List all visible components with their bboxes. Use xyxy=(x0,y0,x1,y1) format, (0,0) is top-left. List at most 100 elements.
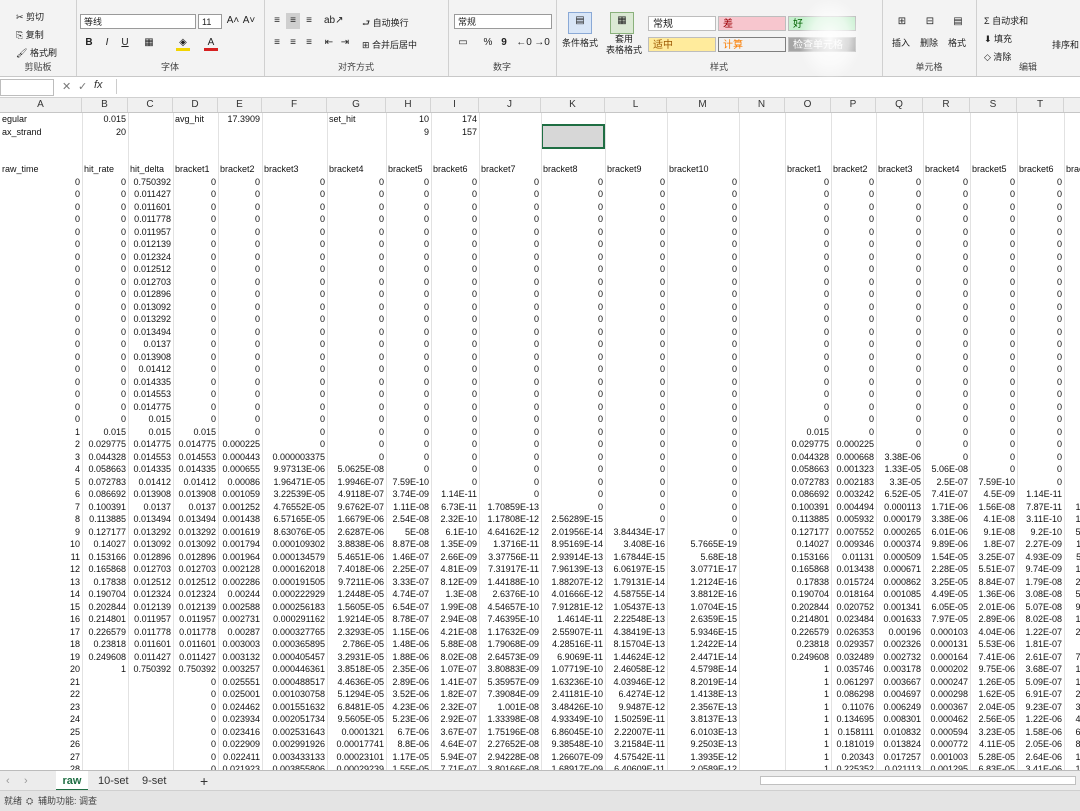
cell[interactable]: 0 xyxy=(541,213,605,226)
cell[interactable]: 0 xyxy=(541,226,605,239)
cell[interactable]: 1.33E-05 xyxy=(876,463,923,476)
cell[interactable]: 0 xyxy=(479,213,541,226)
cell[interactable]: 0.00029239 xyxy=(327,763,386,770)
cell[interactable]: 6.05E-05 xyxy=(923,601,970,614)
cell[interactable]: 0.014775 xyxy=(128,401,173,414)
cell[interactable]: 0 xyxy=(0,201,82,214)
cell[interactable]: 2.54E-08 xyxy=(386,513,431,526)
cell[interactable]: 0 xyxy=(970,213,1017,226)
cell[interactable]: 0 xyxy=(667,188,739,201)
cell[interactable]: 0.061297 xyxy=(831,676,876,689)
cell[interactable]: 1.36E-06 xyxy=(970,588,1017,601)
cell[interactable]: 1 xyxy=(785,713,831,726)
cell[interactable]: 1.88207E-12 xyxy=(541,576,605,589)
cell[interactable]: 3.8518E-05 xyxy=(327,663,386,676)
cell[interactable]: 0 xyxy=(667,513,739,526)
cell[interactable]: 0 xyxy=(667,288,739,301)
cell[interactable]: 0 xyxy=(386,401,431,414)
cell[interactable]: 7.35E-09 xyxy=(1064,651,1080,664)
cell[interactable]: 0 xyxy=(876,376,923,389)
cell[interactable]: 0.035746 xyxy=(831,663,876,676)
cell[interactable]: 0 xyxy=(218,413,262,426)
cell[interactable]: 0.000164 xyxy=(923,651,970,664)
cell[interactable]: 0.014553 xyxy=(128,388,173,401)
cell[interactable]: 4.7E-09 xyxy=(1064,638,1080,651)
cell[interactable]: 0 xyxy=(605,301,667,314)
cell[interactable] xyxy=(739,713,785,726)
cell[interactable]: 0.11076 xyxy=(831,701,876,714)
cell[interactable]: 0 xyxy=(923,438,970,451)
cell[interactable]: 0 xyxy=(876,238,923,251)
cell[interactable]: 0.000265 xyxy=(876,526,923,539)
cell[interactable]: 0 xyxy=(541,326,605,339)
cell[interactable]: 0 xyxy=(327,438,386,451)
cell[interactable]: 20 xyxy=(82,126,128,139)
cell[interactable]: 0 xyxy=(876,276,923,289)
cell[interactable]: 0.003132 xyxy=(218,651,262,664)
cell[interactable]: 0 xyxy=(831,351,876,364)
cell[interactable]: 3.38E-06 xyxy=(876,451,923,464)
cell[interactable]: 0 xyxy=(218,201,262,214)
cell[interactable] xyxy=(739,651,785,664)
cell[interactable]: 0 xyxy=(605,276,667,289)
cell[interactable]: 5.35E-11 xyxy=(1064,551,1080,564)
header-cell[interactable]: bracket1 xyxy=(785,163,831,176)
cell[interactable]: 12 xyxy=(0,563,82,576)
cell[interactable]: 5.09E-07 xyxy=(1017,676,1064,689)
cell[interactable]: 0 xyxy=(923,176,970,189)
wrap-text-button[interactable]: ⮐ 自动换行 xyxy=(362,16,409,32)
cell[interactable]: 0 xyxy=(667,238,739,251)
align-center-icon[interactable]: ≡ xyxy=(286,35,300,51)
cell[interactable]: 5.9346E-15 xyxy=(667,626,739,639)
cell[interactable]: 0.029775 xyxy=(82,438,128,451)
cell[interactable]: 0 xyxy=(876,226,923,239)
cell[interactable]: 0 xyxy=(785,226,831,239)
cell[interactable]: 0.000327765 xyxy=(262,626,327,639)
header-cell[interactable]: bracket7 xyxy=(479,163,541,176)
cell[interactable]: 1.81E-07 xyxy=(1017,638,1064,651)
cell[interactable]: 0 xyxy=(1064,476,1080,489)
cell[interactable]: 0 xyxy=(386,376,431,389)
cell[interactable] xyxy=(262,126,327,139)
cell[interactable]: 0 xyxy=(831,276,876,289)
cell[interactable]: 0.000247 xyxy=(923,676,970,689)
cell[interactable]: 0.022909 xyxy=(218,738,262,751)
cell[interactable]: 3.8838E-06 xyxy=(327,538,386,551)
cell[interactable]: 8.84E-07 xyxy=(970,576,1017,589)
cell[interactable]: 0.015 xyxy=(82,113,128,126)
cell[interactable]: 0.000113 xyxy=(876,501,923,514)
cell[interactable]: 0 xyxy=(386,313,431,326)
cell[interactable]: 0 xyxy=(431,476,479,489)
underline-button[interactable]: U xyxy=(118,35,132,51)
cell[interactable]: 0.000103 xyxy=(923,626,970,639)
header-cell[interactable]: bracket6 xyxy=(431,163,479,176)
cell[interactable]: 0 xyxy=(479,488,541,501)
cell[interactable]: 0 xyxy=(667,338,739,351)
cell[interactable]: 0 xyxy=(262,288,327,301)
cell[interactable]: 0 xyxy=(218,388,262,401)
align-bottom-icon[interactable]: ≡ xyxy=(302,13,316,29)
cell[interactable] xyxy=(739,576,785,589)
cell[interactable]: 0.011427 xyxy=(128,188,173,201)
cell[interactable]: 0 xyxy=(541,388,605,401)
cell[interactable]: 0.013292 xyxy=(128,526,173,539)
cell[interactable]: 0 xyxy=(541,238,605,251)
cell[interactable]: 3.37756E-11 xyxy=(479,551,541,564)
cell[interactable]: 0 xyxy=(970,413,1017,426)
cell[interactable]: 0 xyxy=(605,451,667,464)
cell[interactable]: 0 xyxy=(923,251,970,264)
cell[interactable]: 1.54E-05 xyxy=(923,551,970,564)
cell[interactable]: 4.74E-07 xyxy=(386,588,431,601)
column-header-P[interactable]: P xyxy=(831,98,876,112)
cell[interactable]: 0 xyxy=(1064,226,1080,239)
cell[interactable]: 1.33398E-08 xyxy=(479,713,541,726)
cell[interactable] xyxy=(82,751,128,764)
cell[interactable]: 0 xyxy=(173,688,218,701)
cell[interactable]: 2.61E-07 xyxy=(1017,651,1064,664)
cell[interactable]: ax_strand xyxy=(0,126,82,139)
cell[interactable]: 1.14E-11 xyxy=(1017,488,1064,501)
cell[interactable]: 0 xyxy=(327,401,386,414)
insert-function-button[interactable]: fx xyxy=(94,79,103,91)
cell[interactable]: 0.000405457 xyxy=(262,651,327,664)
italic-button[interactable]: I xyxy=(100,35,114,51)
